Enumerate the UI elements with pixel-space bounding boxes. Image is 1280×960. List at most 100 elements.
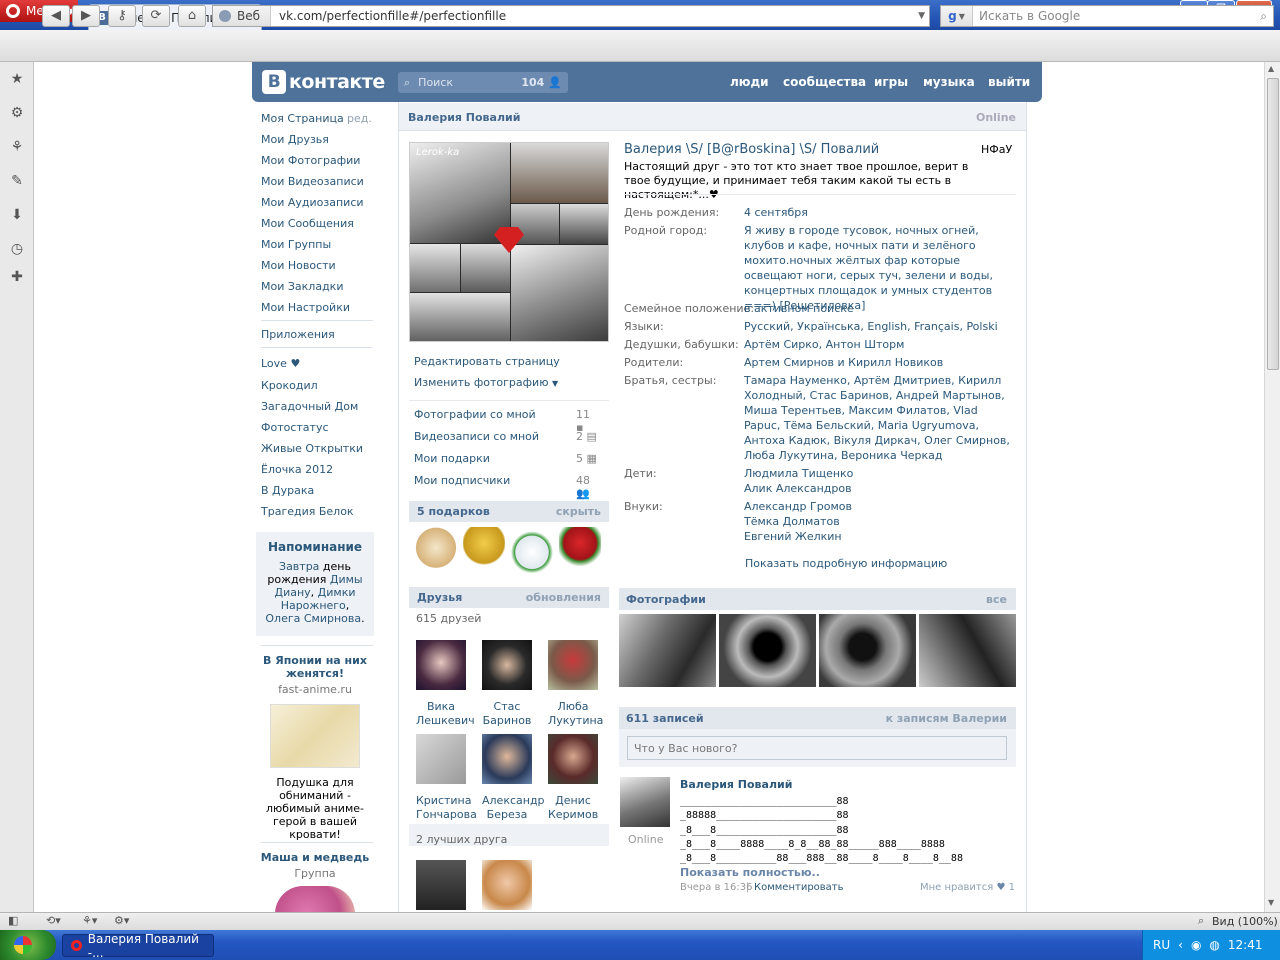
info-value-languages[interactable]: Русский, Українська, English, Français, … [744, 319, 1010, 334]
gift-lucky-cat[interactable] [415, 527, 457, 573]
menu-my-bookmarks[interactable]: Мои Закладки [261, 280, 343, 293]
nav-people[interactable]: люди [730, 75, 769, 89]
friend-card[interactable]: Стас Баринов [482, 640, 532, 728]
vertical-scrollbar[interactable]: ▲ ▼ [1264, 62, 1280, 912]
widgets-icon[interactable]: ⚙ [8, 104, 26, 122]
search-icon[interactable]: ⌕ [1260, 9, 1273, 24]
unite-status-icon[interactable]: ⚘▾ [82, 914, 97, 927]
friend-photo[interactable] [416, 734, 466, 784]
notification-count[interactable]: 104 [521, 76, 544, 89]
settings-status-icon[interactable]: ⚙▾ [114, 914, 129, 927]
profile-status[interactable]: Настоящий друг - это тот кто знает твое … [624, 160, 984, 202]
profile-avatar[interactable]: Lerok-ka [409, 142, 609, 342]
gift-roses[interactable] [559, 527, 601, 573]
address-bar[interactable]: Веб vk.com/perfectionfille#/perfectionfi… [212, 5, 930, 27]
friend-first-name[interactable]: Люба [548, 700, 598, 714]
vk-search-input[interactable]: ⌕ Поиск 104 👤 [398, 72, 568, 93]
gifts-section-bar[interactable]: 5 подарков скрыть [409, 501, 609, 522]
link-videos-with-me[interactable]: Видеозаписи со мной 2 ▤ [414, 430, 600, 443]
clock[interactable]: 12:41 [1228, 938, 1263, 952]
google-engine-icon[interactable]: g ▼ [941, 6, 973, 26]
friend-last-name[interactable]: Керимов [548, 808, 598, 822]
ad-image[interactable] [270, 704, 360, 768]
friend-card[interactable]: Александр Береза [482, 734, 545, 822]
network-icon[interactable]: ◉ [1191, 938, 1201, 952]
friend-photo[interactable] [482, 734, 532, 784]
info-value-birthday[interactable]: 4 сентября [744, 205, 1010, 220]
menu-my-news[interactable]: Мои Новости [261, 259, 336, 272]
wall-to-posts-link[interactable]: к записям Валерии [886, 712, 1007, 725]
link-my-gifts[interactable]: Мои подарки 5 ▦ [414, 452, 600, 465]
app-live-cards[interactable]: Живые Открытки [261, 442, 363, 455]
app-tree-2012[interactable]: Ёлочка 2012 [261, 463, 333, 476]
photo-thumbnail[interactable] [719, 614, 816, 687]
taskbar-opera-window[interactable]: Валерия Повалий -... [62, 932, 214, 960]
friend-last-name[interactable]: Гончарова [416, 808, 477, 822]
menu-my-audio[interactable]: Мои Аудиозаписи [261, 196, 364, 209]
forward-button[interactable]: ▶ [72, 5, 100, 27]
friend-last-name[interactable]: Баринов [482, 714, 532, 728]
friend-first-name[interactable]: Александр [482, 794, 545, 808]
panel-toggle-icon[interactable]: ◧ [8, 914, 18, 927]
history-icon[interactable]: ◷ [8, 240, 26, 258]
ad-title[interactable]: В Японии на них женятся! [256, 654, 374, 680]
info-value-hometown[interactable]: Я живу в городе тусовок, ночных огней, к… [744, 223, 1010, 313]
app-durak[interactable]: В Дурака [261, 484, 314, 497]
photos-section-bar[interactable]: Фотографии все [619, 588, 1016, 610]
menu-my-groups[interactable]: Мои Группы [261, 238, 331, 251]
gifts-hide-link[interactable]: скрыть [556, 505, 601, 518]
notes-icon[interactable]: ✎ [8, 172, 26, 190]
photo-thumbnail[interactable] [819, 614, 916, 687]
nav-music[interactable]: музыка [923, 75, 975, 89]
bookmarks-icon[interactable]: ★ [8, 70, 26, 88]
friend-photo[interactable] [482, 640, 532, 690]
address-dropdown-icon[interactable]: ▼ [918, 11, 929, 21]
menu-my-friends[interactable]: Мои Друзья [261, 133, 329, 146]
edit-page-link[interactable]: Редактировать страницу [414, 355, 560, 368]
nav-communities[interactable]: сообщества [783, 75, 866, 89]
menu-my-photos[interactable]: Мои Фотографии [261, 154, 360, 167]
zoom-icon[interactable]: ⌕ [1198, 914, 1204, 928]
friend-last-name[interactable]: Лукутина [548, 714, 603, 728]
friend-card[interactable]: Денис Керимов [548, 734, 598, 822]
address-web-badge[interactable]: Веб [213, 6, 271, 26]
gift-snowman[interactable] [511, 527, 553, 573]
friends-title[interactable]: Друзья [417, 591, 462, 604]
tray-expand-icon[interactable]: ‹ [1178, 938, 1183, 952]
wall-post-input[interactable]: Что у Вас нового? [627, 736, 1007, 760]
post-author-name[interactable]: Валерия Повалий [680, 778, 792, 791]
reload-button[interactable]: ⟳ [142, 5, 170, 27]
ad-image[interactable] [275, 886, 355, 914]
best-friend-photo[interactable] [482, 860, 532, 910]
post-author-avatar[interactable] [620, 777, 670, 827]
friend-card[interactable]: Кристина Гончарова [416, 734, 477, 822]
friend-last-name[interactable]: Береза [482, 808, 532, 822]
app-squirrel-tragedy[interactable]: Трагедия Белок [261, 505, 354, 518]
post-expand-link[interactable]: Показать полностью.. [680, 866, 820, 879]
edit-menu-link[interactable]: ред. [347, 112, 372, 125]
app-crocodile[interactable]: Крокодил [261, 379, 318, 392]
photo-thumbnail[interactable] [919, 614, 1016, 687]
menu-my-settings[interactable]: Мои Настройки [261, 301, 350, 314]
start-button[interactable] [0, 930, 56, 960]
app-love[interactable]: Love ♥ [261, 357, 300, 370]
link-my-subscribers[interactable]: Мои подписчики 48 👥 [414, 474, 600, 500]
friend-first-name[interactable]: Вика [416, 700, 466, 714]
photo-thumbnail[interactable] [619, 614, 716, 687]
nav-games[interactable]: игры [874, 75, 908, 89]
vk-logo[interactable]: Вконтакте [262, 70, 385, 94]
best-friend-photo[interactable] [416, 860, 466, 910]
friends-section-bar[interactable]: Друзья обновления [409, 587, 609, 608]
google-search-field[interactable]: g ▼ Искать в Google ⌕ [940, 5, 1274, 27]
scroll-up-icon[interactable]: ▲ [1268, 64, 1274, 73]
wall-section-bar[interactable]: 611 записей к записям Валерии [619, 707, 1016, 729]
friend-photo[interactable] [548, 640, 598, 690]
friend-first-name[interactable]: Денис [548, 794, 598, 808]
info-value-siblings[interactable]: Тамара Науменко, Артём Дмитриев, Кирилл … [744, 373, 1010, 463]
friend-first-name[interactable]: Кристина [416, 794, 471, 808]
zoom-level[interactable]: Вид (100%) [1212, 915, 1278, 928]
change-photo-link[interactable]: Изменить фотографию ▼ [414, 376, 558, 389]
friend-last-name[interactable]: Лешкевич [416, 714, 475, 728]
friend-card[interactable]: Люба Лукутина [548, 640, 603, 728]
wall-posts-count[interactable]: 611 записей [626, 712, 704, 725]
